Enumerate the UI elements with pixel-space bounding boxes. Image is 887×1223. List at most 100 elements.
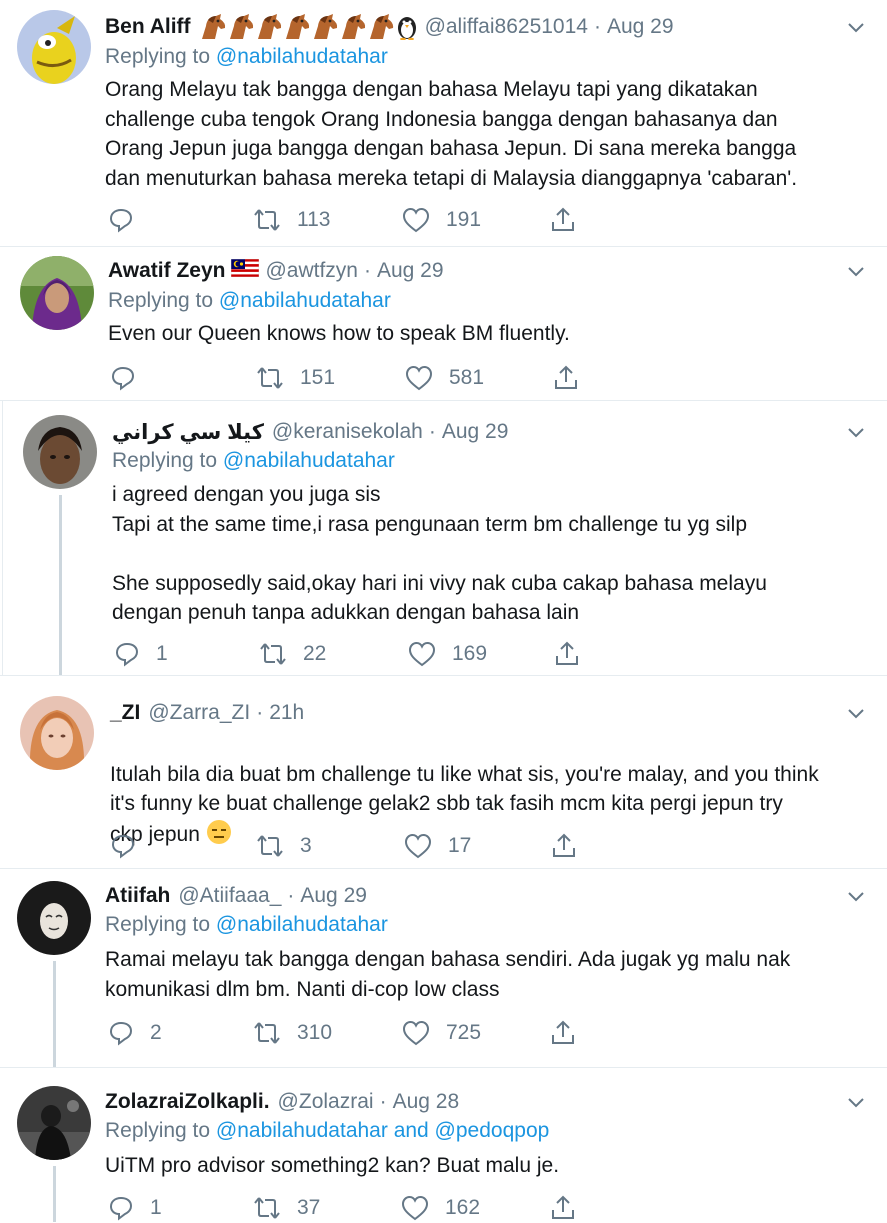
separator-dot: ·: [256, 701, 264, 724]
replying-prefix: Replying to: [105, 1119, 211, 1142]
tweet-actions: 151 581: [110, 363, 590, 393]
reply-button[interactable]: 1: [114, 639, 168, 669]
display-name[interactable]: ZolazraiZolkapli.: [105, 1090, 270, 1114]
retweet-button[interactable]: 310: [253, 1018, 332, 1048]
share-button[interactable]: [553, 363, 579, 393]
retweet-button[interactable]: 113: [253, 205, 330, 235]
chevron-down-icon[interactable]: [845, 421, 867, 443]
retweet-count: 22: [303, 642, 327, 665]
replying-to: Replying to @nabilahudatahar: [105, 45, 388, 69]
tweet-zarra-zi[interactable]: _ZI @Zarra_ZI · 21h Itulah bila dia buat…: [0, 676, 887, 868]
chevron-down-icon[interactable]: [845, 885, 867, 907]
retweet-icon: [254, 1197, 280, 1219]
reply-count: 1: [156, 642, 168, 665]
handle[interactable]: @awtfzyn: [265, 259, 358, 283]
horse-emoji-icon: [341, 14, 365, 39]
tweet-zolazrai[interactable]: ZolazraiZolkapli. @Zolazrai · Aug 28 Rep…: [0, 1068, 887, 1222]
like-button[interactable]: 191: [402, 205, 481, 235]
tweet-ben-aliff[interactable]: Ben Aliff @aliffai86251014 · Aug 29 Repl…: [0, 0, 887, 246]
avatar[interactable]: [23, 415, 97, 489]
avatar[interactable]: [20, 696, 94, 770]
retweet-button[interactable]: 151: [256, 363, 335, 393]
tweet-header: Awatif Zeyn @awtfzyn · Aug 29: [108, 256, 444, 286]
separator-dot: ·: [593, 15, 601, 38]
like-button[interactable]: 17: [404, 831, 471, 861]
chevron-down-icon[interactable]: [845, 16, 867, 38]
retweet-icon: [254, 209, 280, 231]
replying-to: Replying to @nabilahudatahar: [112, 449, 395, 473]
replying-to-link[interactable]: @nabilahudatahar: [223, 449, 395, 472]
replying-prefix: Replying to: [105, 913, 211, 936]
avatar[interactable]: [17, 881, 91, 955]
avatar[interactable]: [17, 1086, 91, 1160]
reply-button[interactable]: [110, 363, 152, 393]
display-name[interactable]: Atiifah: [105, 884, 170, 908]
tweet-date[interactable]: Aug 29: [442, 420, 509, 444]
avatar[interactable]: [20, 256, 94, 330]
replying-to-link[interactable]: @nabilahudatahar: [216, 913, 388, 936]
tweet-date[interactable]: Aug 28: [393, 1090, 460, 1114]
tweet-date[interactable]: Aug 29: [300, 884, 367, 908]
like-icon: [401, 1195, 429, 1221]
like-count: 17: [448, 834, 472, 857]
share-icon: [552, 1195, 574, 1219]
handle[interactable]: @Zolazrai: [278, 1090, 374, 1114]
tweet-keranisekolah[interactable]: كيلا سي كراني @keranisekolah · Aug 29 Re…: [0, 401, 887, 675]
handle[interactable]: @aliffai86251014: [425, 15, 588, 39]
like-button[interactable]: 169: [408, 639, 487, 669]
share-icon: [555, 365, 577, 389]
chevron-down-icon[interactable]: [845, 1091, 867, 1113]
chevron-down-icon[interactable]: [845, 260, 867, 282]
display-name[interactable]: _ZI: [110, 701, 140, 725]
share-button[interactable]: [551, 831, 577, 861]
tweet-text: Orang Melayu tak bangga dengan bahasa Me…: [105, 78, 798, 190]
reply-button[interactable]: [108, 205, 150, 235]
reply-button[interactable]: [110, 831, 152, 861]
retweet-count: 113: [297, 208, 331, 231]
tweet-atiifah[interactable]: Atiifah @Atiifaaa_ · Aug 29 Replying to …: [0, 869, 887, 1067]
share-button[interactable]: [550, 1193, 576, 1223]
reply-count: 2: [150, 1021, 162, 1044]
handle[interactable]: @Zarra_ZI: [148, 701, 250, 725]
share-button[interactable]: [550, 1018, 576, 1048]
handle[interactable]: @keranisekolah: [272, 420, 423, 444]
replying-to-link[interactable]: @nabilahudatahar and @pedoqpop: [216, 1119, 549, 1142]
retweet-button[interactable]: 37: [253, 1193, 320, 1223]
tweet-header: _ZI @Zarra_ZI · 21h: [110, 698, 304, 728]
replying-to-link[interactable]: @nabilahudatahar: [216, 45, 388, 68]
tweet-text: UiTM pro advisor something2 kan? Buat ma…: [105, 1154, 560, 1177]
tweet-text: Even our Queen knows how to speak BM flu…: [108, 322, 570, 345]
thread-line: [53, 961, 56, 1067]
horse-emoji-icon: [285, 14, 309, 39]
replying-prefix: Replying to: [108, 289, 214, 312]
reply-button[interactable]: 2: [108, 1018, 162, 1048]
replying-prefix: Replying to: [112, 449, 218, 472]
retweet-button[interactable]: 22: [259, 639, 326, 669]
display-name[interactable]: كيلا سي كراني: [112, 420, 264, 445]
share-button[interactable]: [550, 205, 576, 235]
tweet-header: كيلا سي كراني @keranisekolah · Aug 29: [112, 417, 508, 447]
display-name[interactable]: Awatif Zeyn: [108, 259, 225, 283]
tweet-header: ZolazraiZolkapli. @Zolazrai · Aug 28: [105, 1087, 459, 1117]
handle[interactable]: @Atiifaaa_: [178, 884, 281, 908]
tweet-date[interactable]: Aug 29: [377, 259, 444, 283]
display-name[interactable]: Ben Aliff: [105, 15, 191, 39]
thread-line: [53, 1166, 56, 1222]
penguin-emoji-icon: [397, 17, 416, 40]
avatar[interactable]: [17, 10, 91, 84]
like-button[interactable]: 162: [401, 1193, 480, 1223]
reply-icon: [115, 642, 139, 667]
like-button[interactable]: 581: [405, 363, 484, 393]
share-button[interactable]: [554, 639, 580, 669]
reply-icon: [109, 1021, 133, 1046]
like-button[interactable]: 725: [402, 1018, 481, 1048]
retweet-button[interactable]: 3: [256, 831, 312, 861]
like-count: 581: [449, 366, 485, 389]
reply-button[interactable]: 1: [108, 1193, 162, 1223]
tweet-text: Ramai melayu tak bangga dengan bahasa se…: [105, 948, 791, 1001]
tweet-awatif-zeyn[interactable]: Awatif Zeyn @awtfzyn · Aug 29 Replying t…: [0, 247, 887, 401]
tweet-date[interactable]: 21h: [269, 701, 304, 725]
replying-to-link[interactable]: @nabilahudatahar: [219, 289, 391, 312]
chevron-down-icon[interactable]: [845, 702, 867, 724]
tweet-date[interactable]: Aug 29: [607, 15, 674, 39]
